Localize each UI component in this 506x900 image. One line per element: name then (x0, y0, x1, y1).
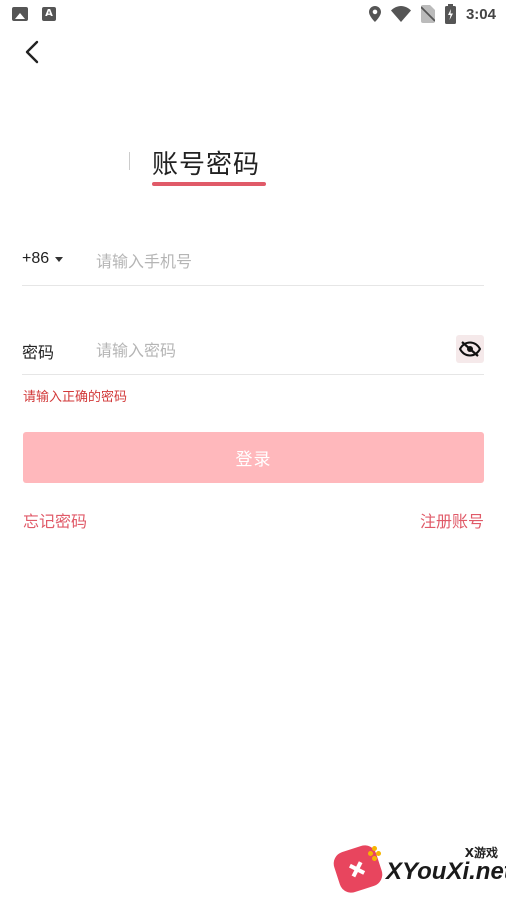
password-error-message: 请输入正确的密码 (23, 390, 128, 405)
watermark-dots-icon (368, 846, 382, 861)
phone-row: +86 (22, 236, 484, 286)
no-sim-icon (420, 5, 435, 23)
phone-input[interactable] (96, 246, 436, 276)
password-input[interactable] (96, 335, 436, 365)
battery-charging-icon (444, 4, 456, 24)
country-code-selector[interactable]: +86 (22, 250, 64, 268)
status-system: 3:04 (368, 4, 496, 24)
forgot-password-link[interactable]: 忘记密码 (23, 508, 87, 532)
watermark: X游戏 XYouXi.net (330, 838, 506, 896)
status-bar: A 3:04 (0, 0, 506, 28)
password-row: 密码 (22, 325, 484, 375)
password-label: 密码 (22, 343, 55, 362)
caret-down-icon (55, 256, 64, 262)
status-time: 3:04 (465, 5, 496, 23)
back-button[interactable] (18, 38, 46, 66)
image-icon (12, 7, 28, 21)
tab-divider (129, 152, 130, 170)
login-button[interactable]: 登录 (23, 432, 484, 483)
eye-off-icon (459, 341, 481, 357)
register-account-link[interactable]: 注册账号 (420, 508, 484, 532)
tab-active-indicator (152, 182, 266, 186)
country-code: +86 (22, 250, 50, 267)
wifi-icon (390, 6, 411, 22)
watermark-text: XYouXi.net (386, 858, 506, 885)
status-notifications: A (12, 7, 56, 21)
back-arrow-icon (25, 40, 39, 64)
tab-account-password[interactable]: 账号密码 (152, 144, 260, 181)
password-visibility-toggle[interactable] (456, 335, 484, 363)
location-icon (368, 6, 381, 22)
a-icon: A (42, 7, 56, 21)
